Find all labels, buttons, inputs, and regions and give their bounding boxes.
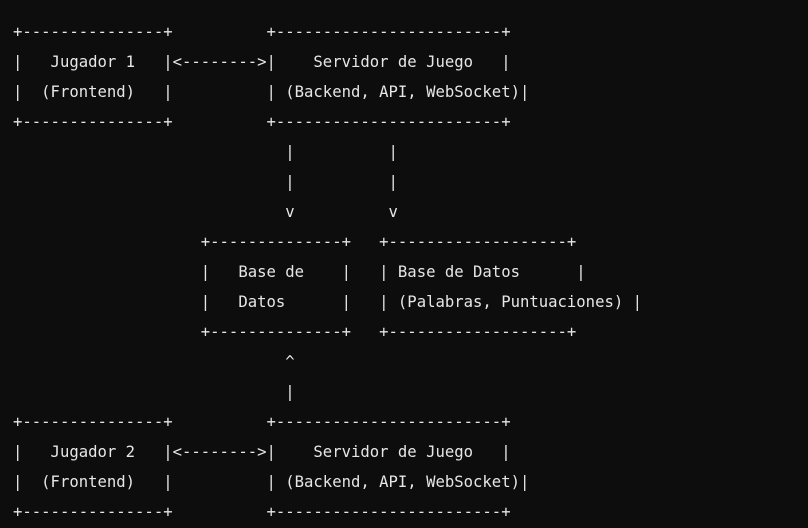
diagram-line: | | — [13, 173, 398, 191]
diagram-line: +---------------+ +---------------------… — [13, 113, 511, 131]
diagram-line: +---------------+ +---------------------… — [13, 23, 511, 41]
diagram-line: | Base de | | Base de Datos | — [13, 263, 586, 281]
diagram-line: | (Frontend) | | (Backend, API, WebSocke… — [13, 83, 530, 101]
diagram-line: | Datos | | (Palabras, Puntuaciones) | — [13, 293, 643, 311]
code-block: +---------------+ +---------------------… — [0, 0, 808, 528]
ascii-diagram: +---------------+ +---------------------… — [13, 17, 642, 527]
diagram-line: +---------------+ +---------------------… — [13, 413, 511, 431]
diagram-line: | Jugador 2 |<-------->| Servidor de Jue… — [13, 443, 511, 461]
diagram-line: +---------------+ +---------------------… — [13, 503, 511, 521]
diagram-line: v v — [13, 203, 398, 221]
diagram-line: +--------------+ +-------------------+ — [13, 323, 577, 341]
diagram-line: | Jugador 1 |<-------->| Servidor de Jue… — [13, 53, 511, 71]
diagram-line: +--------------+ +-------------------+ — [13, 233, 577, 251]
diagram-line: ^ — [13, 353, 295, 371]
diagram-line: | | — [13, 143, 398, 161]
diagram-line: | (Frontend) | | (Backend, API, WebSocke… — [13, 473, 530, 491]
diagram-line: | — [13, 383, 295, 401]
